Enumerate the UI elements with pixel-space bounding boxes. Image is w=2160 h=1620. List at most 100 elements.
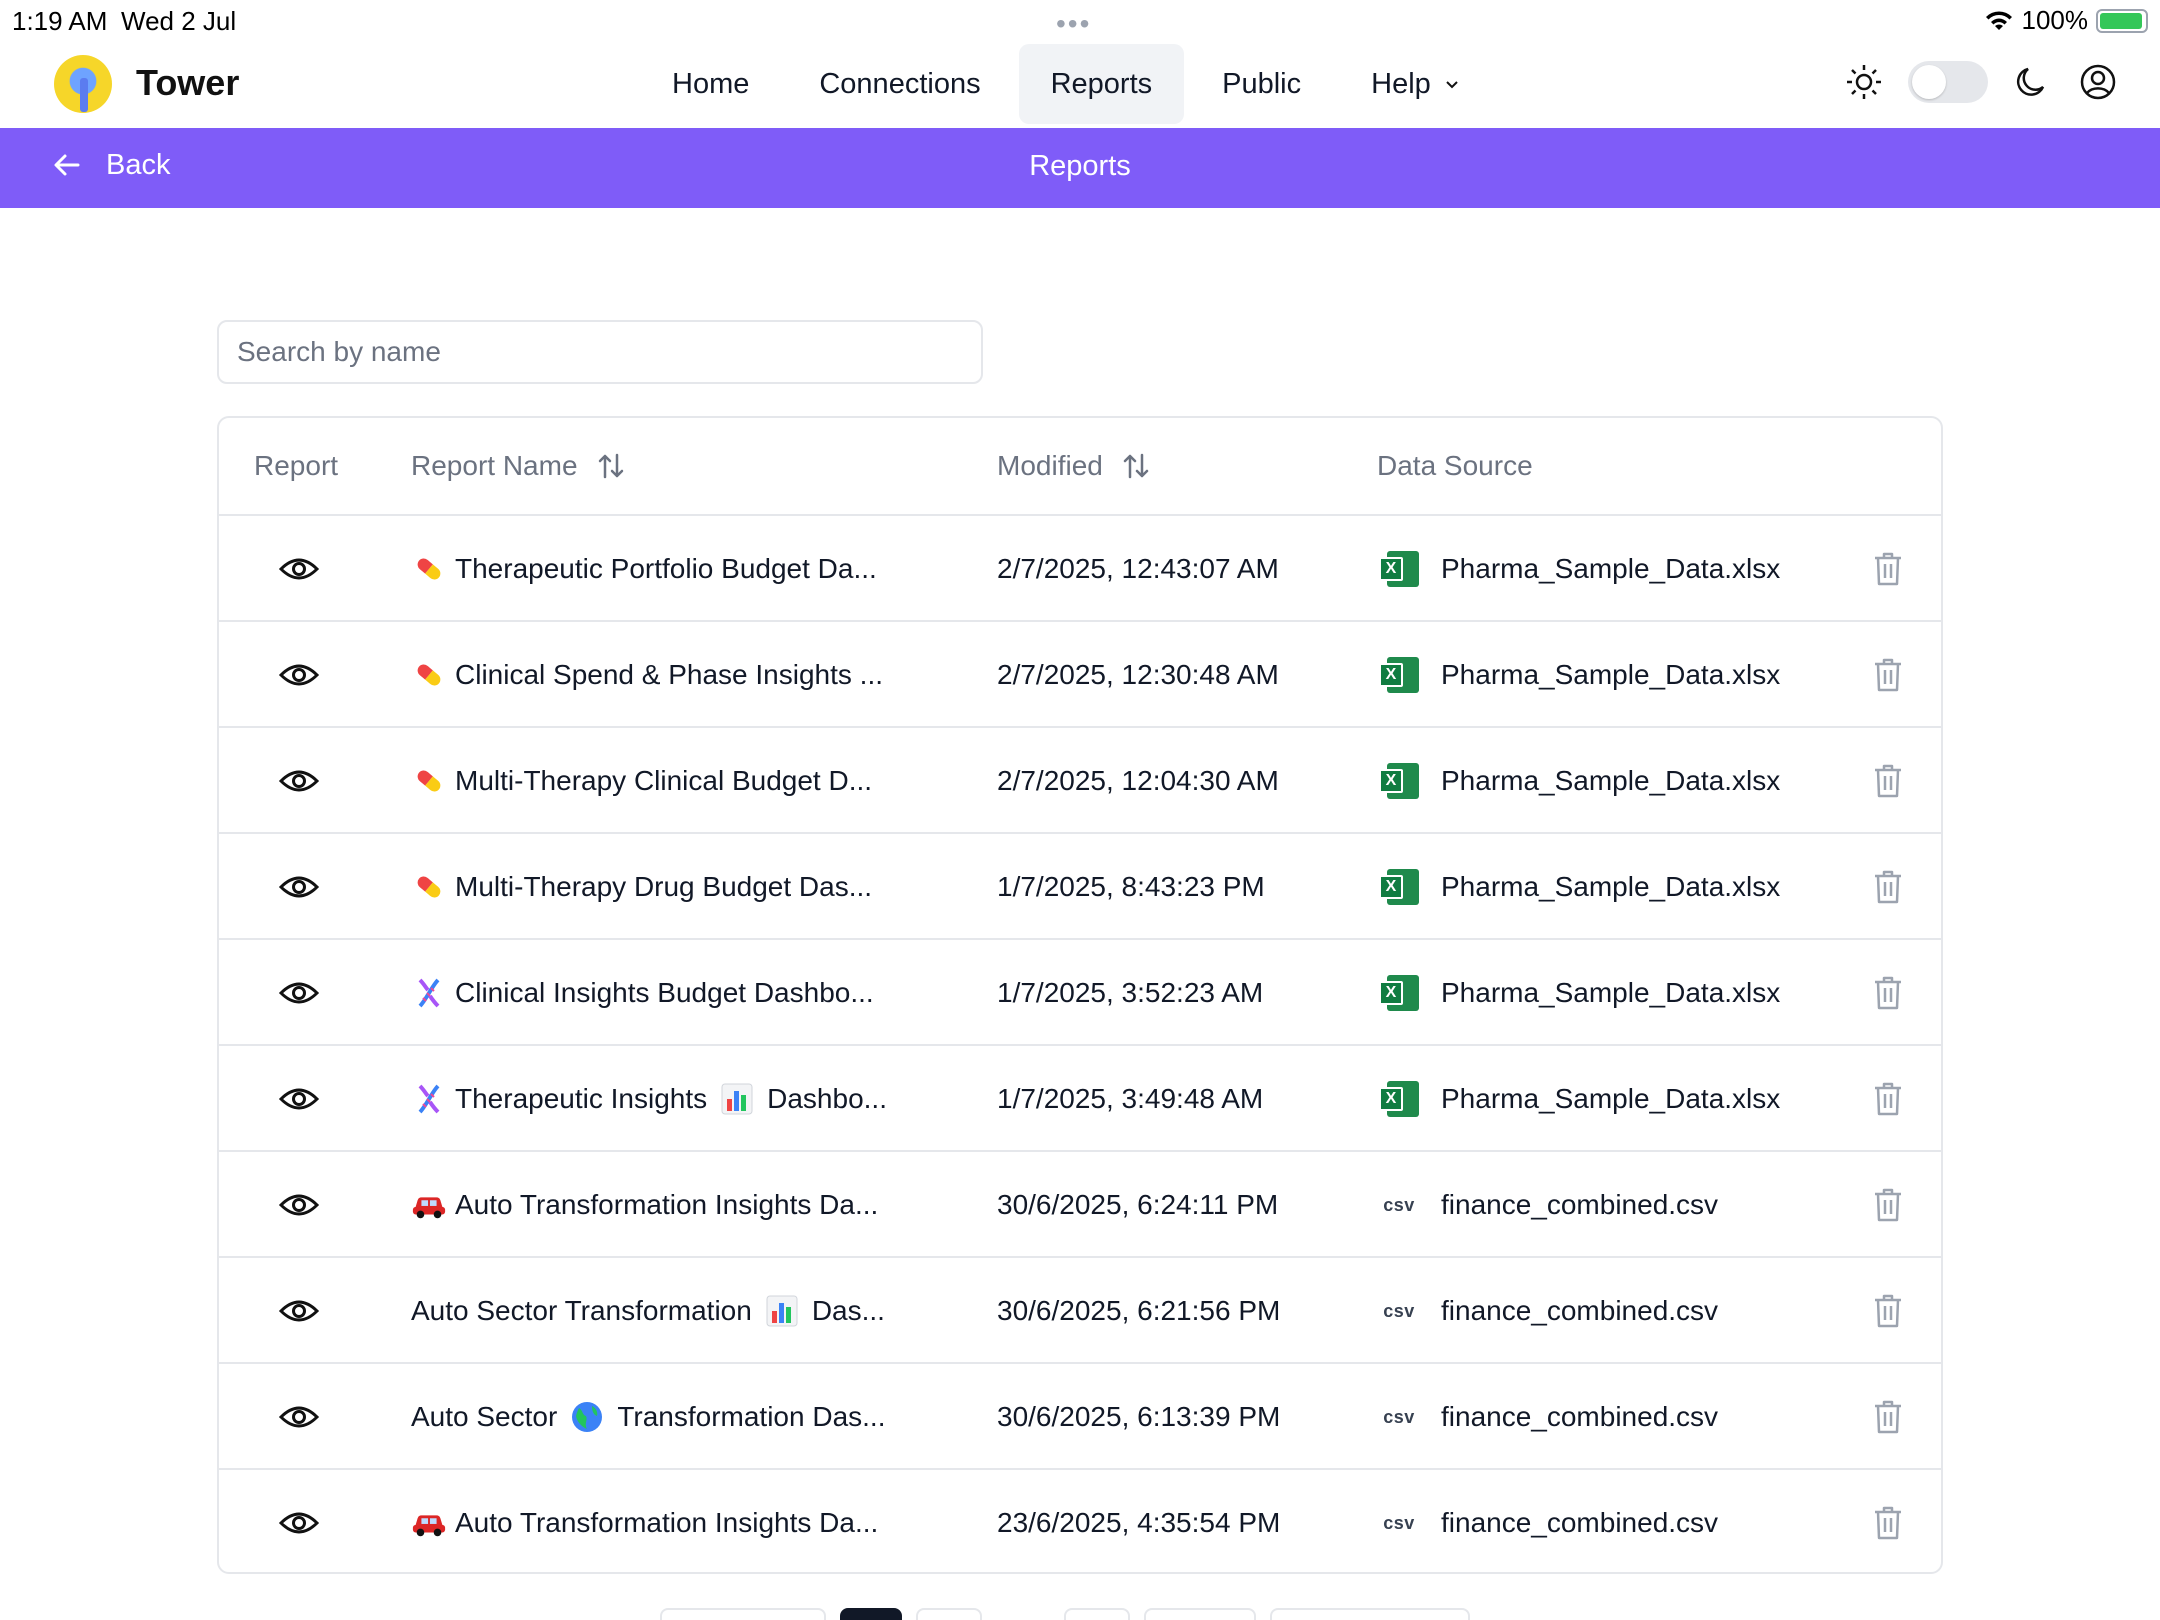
data-source-name: Pharma_Sample_Data.xlsx	[1441, 977, 1781, 1008]
csv-file-icon: csv	[1383, 1512, 1415, 1533]
pagination-page-button[interactable]	[916, 1608, 982, 1620]
pagination-page-size-select[interactable]	[1270, 1608, 1470, 1620]
globe-emoji-icon	[569, 1399, 605, 1435]
user-circle-icon[interactable]	[2076, 60, 2120, 104]
report-name[interactable]: Auto Transformation Insights Da...	[411, 1470, 878, 1572]
report-name[interactable]: Multi-Therapy Clinical Budget D...	[411, 728, 872, 834]
trash-icon[interactable]	[1868, 834, 1908, 940]
pagination-prev-button[interactable]	[660, 1608, 826, 1620]
data-source-icon: X	[1377, 728, 1421, 834]
multitask-dots-icon[interactable]: •••	[1056, 8, 1091, 40]
table-row[interactable]: Therapeutic Insights Dashbo... 1/7/2025, …	[219, 1046, 1941, 1152]
theme-toggle[interactable]	[1908, 61, 1988, 103]
car-emoji-icon	[411, 1187, 447, 1223]
eye-icon[interactable]	[264, 834, 334, 940]
app-name: Tower	[136, 62, 240, 103]
sort-icon[interactable]	[1121, 451, 1151, 481]
data-source-icon: X	[1377, 1046, 1421, 1152]
eye-icon[interactable]	[264, 1364, 334, 1470]
trash-icon[interactable]	[1868, 1046, 1908, 1152]
trash-icon[interactable]	[1868, 622, 1908, 728]
table-header: Report Report Name Modified Data Source	[219, 418, 1941, 516]
trash-icon[interactable]	[1868, 1364, 1908, 1470]
header-report-name[interactable]: Report Name	[411, 450, 626, 482]
report-name[interactable]: Clinical Insights Budget Dashbo...	[411, 940, 874, 1046]
header-report: Report	[254, 450, 338, 482]
pill-emoji-icon	[411, 763, 447, 799]
status-time: 1:19 AM	[12, 6, 108, 36]
report-name[interactable]: Auto Sector Transformation Das...	[411, 1258, 885, 1364]
eye-icon[interactable]	[264, 622, 334, 728]
data-source-icon: X	[1377, 516, 1421, 622]
table-row[interactable]: Auto Transformation Insights Da... 23/6/…	[219, 1470, 1941, 1572]
excel-file-icon: X	[1379, 761, 1419, 801]
modified-date: 2/7/2025, 12:43:07 AM	[997, 553, 1279, 584]
pagination-page-button[interactable]	[1064, 1608, 1130, 1620]
sun-icon[interactable]	[1842, 60, 1886, 104]
header-modified[interactable]: Modified	[997, 450, 1151, 482]
data-source-icon: X	[1377, 622, 1421, 728]
table-row[interactable]: Auto Transformation Insights Da... 30/6/…	[219, 1152, 1941, 1258]
search-input[interactable]	[217, 320, 983, 384]
eye-icon[interactable]	[264, 728, 334, 834]
nav-public[interactable]: Public	[1190, 44, 1333, 124]
table-row[interactable]: Therapeutic Portfolio Budget Da... 2/7/2…	[219, 516, 1941, 622]
pagination-page-active[interactable]	[840, 1608, 902, 1620]
pagination-ellipsis	[996, 1608, 1050, 1620]
eye-icon[interactable]	[264, 940, 334, 1046]
table-row[interactable]: Clinical Insights Budget Dashbo... 1/7/2…	[219, 940, 1941, 1046]
eye-icon[interactable]	[264, 1152, 334, 1258]
report-name-text: Multi-Therapy Drug Budget Das...	[455, 871, 873, 902]
report-name-text: Auto Transformation Insights Da...	[455, 1189, 879, 1220]
data-source-icon: csv	[1377, 1258, 1421, 1364]
table-row[interactable]: Clinical Spend & Phase Insights ... 2/7/…	[219, 622, 1941, 728]
eye-icon[interactable]	[264, 1470, 334, 1572]
chart-emoji-icon	[764, 1293, 800, 1329]
table-body: Therapeutic Portfolio Budget Da... 2/7/2…	[219, 516, 1941, 1572]
table-row[interactable]: Auto Sector Transformation Das... 30/6/20…	[219, 1364, 1941, 1470]
report-name[interactable]: Therapeutic Insights Dashbo...	[411, 1046, 887, 1152]
data-source-icon: X	[1377, 834, 1421, 940]
modified-date: 1/7/2025, 8:43:23 PM	[997, 871, 1265, 902]
table-row[interactable]: Multi-Therapy Clinical Budget D... 2/7/2…	[219, 728, 1941, 834]
data-source-icon: csv	[1377, 1152, 1421, 1258]
trash-icon[interactable]	[1868, 516, 1908, 622]
report-name[interactable]: Multi-Therapy Drug Budget Das...	[411, 834, 872, 940]
report-name-text-rest: Transformation Das...	[617, 1401, 886, 1432]
trash-icon[interactable]	[1868, 1152, 1908, 1258]
nav-connections[interactable]: Connections	[787, 44, 1012, 124]
report-name[interactable]: Therapeutic Portfolio Budget Da...	[411, 516, 877, 622]
eye-icon[interactable]	[264, 1046, 334, 1152]
pill-emoji-icon	[411, 551, 447, 587]
page-title: Reports	[1029, 150, 1131, 182]
trash-icon[interactable]	[1868, 728, 1908, 834]
pagination-next-button[interactable]	[1144, 1608, 1256, 1620]
chevron-down-icon	[1446, 81, 1458, 89]
nav-help[interactable]: Help	[1339, 44, 1493, 124]
eye-icon[interactable]	[264, 516, 334, 622]
status-bar: 1:19 AM Wed 2 Jul ••• 100%	[0, 0, 2160, 40]
moon-icon[interactable]	[2010, 60, 2054, 104]
trash-icon[interactable]	[1868, 1258, 1908, 1364]
table-row[interactable]: Multi-Therapy Drug Budget Das... 1/7/202…	[219, 834, 1941, 940]
report-name[interactable]: Auto Sector Transformation Das...	[411, 1364, 885, 1470]
nav-reports[interactable]: Reports	[1018, 44, 1185, 124]
modified-date: 30/6/2025, 6:21:56 PM	[997, 1295, 1281, 1326]
report-name[interactable]: Clinical Spend & Phase Insights ...	[411, 622, 883, 728]
trash-icon[interactable]	[1868, 940, 1908, 1046]
data-source-name: finance_combined.csv	[1441, 1295, 1719, 1326]
report-name[interactable]: Auto Transformation Insights Da...	[411, 1152, 878, 1258]
table-row[interactable]: Auto Sector Transformation Das... 30/6/20…	[219, 1258, 1941, 1364]
report-name-text-rest: Dashbo...	[767, 1083, 887, 1114]
battery-icon	[2096, 8, 2148, 33]
sort-icon[interactable]	[596, 451, 626, 481]
modified-date: 30/6/2025, 6:13:39 PM	[997, 1401, 1281, 1432]
nav-home[interactable]: Home	[640, 44, 781, 124]
pill-emoji-icon	[411, 657, 447, 693]
trash-icon[interactable]	[1868, 1470, 1908, 1572]
eye-icon[interactable]	[264, 1258, 334, 1364]
header-data-source: Data Source	[1377, 450, 1533, 482]
modified-date: 1/7/2025, 3:49:48 AM	[997, 1083, 1264, 1114]
dna-emoji-icon	[411, 1081, 447, 1117]
report-name-text: Therapeutic Insights	[455, 1083, 708, 1114]
